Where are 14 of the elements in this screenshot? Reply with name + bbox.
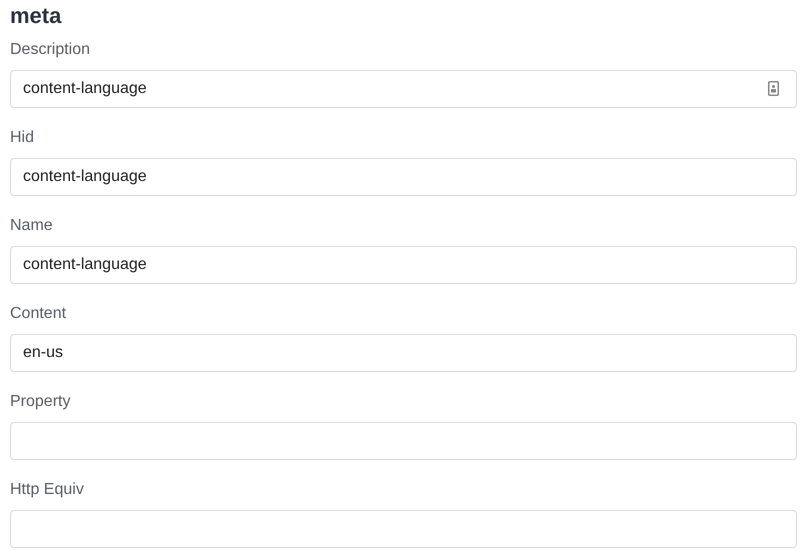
field-label: Hid [10,128,36,148]
input-field[interactable]: en-us [10,334,797,372]
field-label: Description [10,40,92,60]
section-title: meta [10,2,62,30]
field-label: Content [10,304,68,324]
field-label: Property [10,392,72,412]
field-label: Name [10,216,54,236]
input-field[interactable] [10,510,797,548]
input-field[interactable]: content-language [10,70,797,108]
contact-card-icon[interactable] [768,81,779,96]
input-field[interactable]: content-language [10,246,797,284]
input-field[interactable]: content-language [10,158,797,196]
input-field[interactable] [10,422,797,460]
field-label: Http Equiv [10,480,85,500]
